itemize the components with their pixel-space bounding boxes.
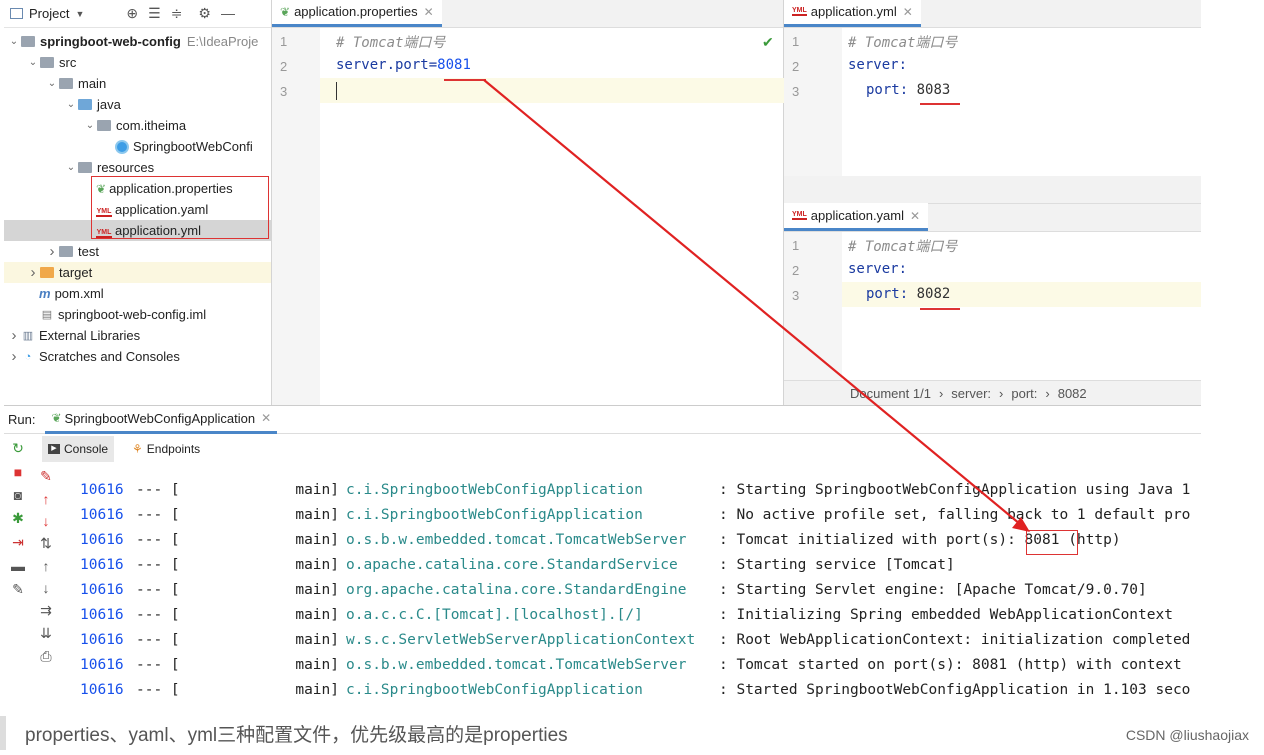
- caption-bar: [0, 716, 6, 750]
- watermark: CSDN @liushaojiax: [1125, 727, 1249, 743]
- annotation-arrow: [483, 79, 1030, 532]
- arrow-line: [483, 79, 1021, 525]
- caption-text: properties、yaml、yml三种配置文件，优先级最高的是propert…: [25, 725, 568, 746]
